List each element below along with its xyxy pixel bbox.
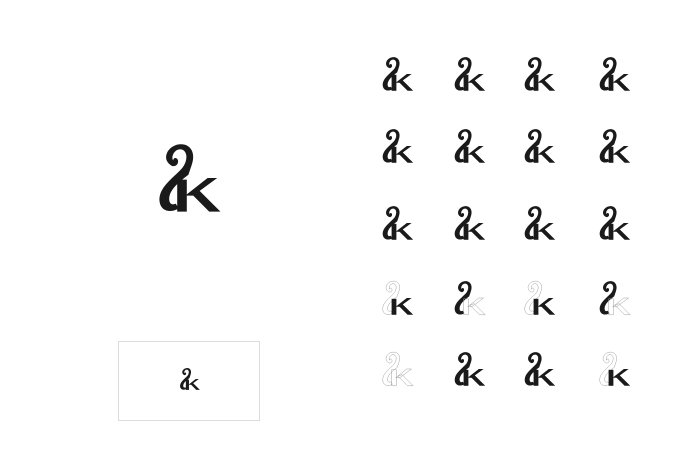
ampersand-stroke <box>454 281 472 315</box>
ampersand-stroke <box>599 206 617 240</box>
k-stroke <box>391 298 414 315</box>
ampersand-stroke <box>454 57 472 91</box>
variant-13-ampersand-k-icon <box>382 280 414 315</box>
ampersand-stroke <box>524 57 542 91</box>
ampersand-stroke <box>454 206 472 240</box>
k-stroke <box>533 369 556 386</box>
ampersand-stroke <box>454 129 472 163</box>
k-stroke <box>463 146 486 163</box>
k-stroke <box>177 178 221 212</box>
k-stroke <box>463 369 486 386</box>
variant-5-ampersand-k-icon <box>382 129 414 163</box>
k-stroke <box>608 297 631 316</box>
variant-11-ampersand-k-icon <box>524 206 556 240</box>
k-stroke <box>533 74 556 91</box>
variant-6-ampersand-k-icon <box>454 129 486 163</box>
variant-3-ampersand-k-icon <box>524 57 556 91</box>
ampersand-stroke <box>382 351 400 386</box>
k-stroke <box>463 223 486 240</box>
ampersand-stroke <box>180 368 192 390</box>
ampersand-stroke <box>382 129 400 163</box>
variant-8-ampersand-k-icon <box>599 129 631 163</box>
variant-19-ampersand-k-icon <box>524 352 556 386</box>
ampersand-stroke <box>599 129 617 163</box>
k-stroke <box>533 298 556 315</box>
k-stroke <box>391 223 414 240</box>
k-stroke <box>608 146 631 163</box>
ampersand-stroke <box>599 351 617 386</box>
variant-9-ampersand-k-icon <box>382 206 414 240</box>
preview-ampersand-k-icon <box>180 368 200 390</box>
variant-1-ampersand-k-icon <box>382 57 414 91</box>
ampersand-stroke <box>599 57 617 91</box>
k-stroke <box>463 74 486 91</box>
variant-16-ampersand-k-icon <box>599 281 631 316</box>
k-stroke <box>533 146 556 163</box>
ampersand-stroke <box>382 206 400 240</box>
variant-10-ampersand-k-icon <box>454 206 486 240</box>
ampersand-stroke <box>454 352 472 386</box>
ampersand-stroke <box>524 129 542 163</box>
k-stroke <box>533 223 556 240</box>
preview-frame <box>118 341 260 421</box>
ampersand-stroke <box>159 144 194 212</box>
variant-15-ampersand-k-icon <box>524 280 556 315</box>
ampersand-stroke <box>382 280 400 315</box>
variant-14-ampersand-k-icon <box>454 281 486 316</box>
ampersand-stroke <box>599 281 617 315</box>
variant-17-ampersand-k-icon <box>382 351 414 387</box>
k-stroke <box>608 223 631 240</box>
variant-12-ampersand-k-icon <box>599 206 631 240</box>
variant-7-ampersand-k-icon <box>524 129 556 163</box>
k-stroke <box>463 297 486 316</box>
ampersand-stroke <box>524 206 542 240</box>
k-stroke <box>391 74 414 91</box>
k-stroke <box>608 369 631 386</box>
k-stroke <box>608 74 631 91</box>
variant-4-ampersand-k-icon <box>599 57 631 91</box>
ampersand-stroke <box>524 280 542 315</box>
k-stroke <box>185 379 200 390</box>
ampersand-stroke <box>382 57 400 91</box>
variant-20-ampersand-k-icon <box>599 351 631 386</box>
hero-ampersand-k-icon <box>159 144 221 212</box>
ampersand-stroke <box>524 352 542 386</box>
variant-2-ampersand-k-icon <box>454 57 486 91</box>
k-stroke <box>391 368 414 387</box>
k-stroke <box>391 146 414 163</box>
variant-18-ampersand-k-icon <box>454 352 486 386</box>
